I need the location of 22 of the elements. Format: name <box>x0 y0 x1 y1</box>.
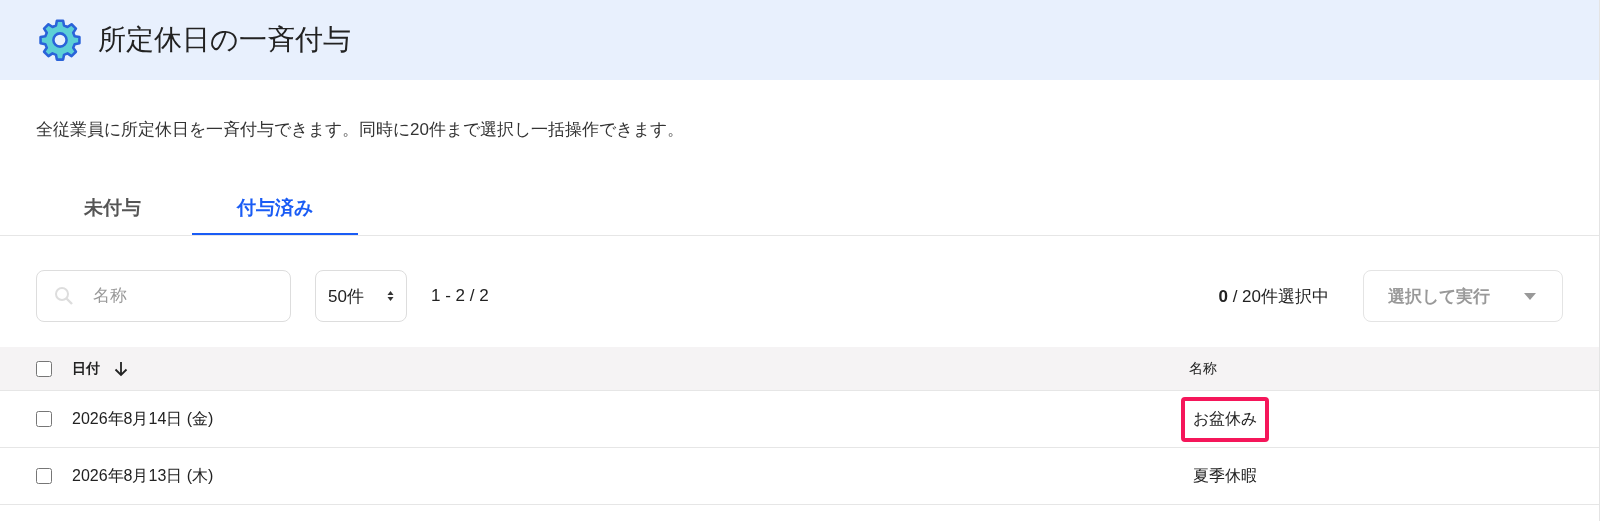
selection-count: 0 / 20件選択中 <box>1218 285 1329 308</box>
row-checkbox[interactable] <box>36 468 52 484</box>
date-cell-text: 2026年8月13日 (木) <box>72 465 214 486</box>
search-icon <box>54 286 74 306</box>
tab[interactable]: 未付与 <box>52 185 172 235</box>
description: 全従業員に所定休日を一斉付与できます。同時に20件まで選択し一括操作できます。 <box>35 119 685 141</box>
page-title: 所定休日の一斉付与 <box>98 23 351 57</box>
tab[interactable]: 付与済み <box>192 185 358 235</box>
caret-icon <box>1524 292 1536 300</box>
row-checkbox[interactable] <box>36 411 52 427</box>
date-cell-text: 2026年8月14日 (金) <box>72 408 214 429</box>
select-all-checkbox[interactable] <box>36 360 52 377</box>
sort-down-icon[interactable] <box>114 360 128 377</box>
column-header[interactable]: 日付 <box>72 359 100 378</box>
search-field[interactable]: 名称 <box>36 270 291 322</box>
pagination-text: 1 - 2 / 2 <box>431 286 489 306</box>
updown-icon <box>387 290 394 302</box>
page-size-select[interactable]: 50件 <box>315 270 407 322</box>
gear-icon <box>38 18 82 62</box>
name-cell-text: 夏季休暇 <box>1192 465 1258 486</box>
highlighted-name-cell: お盆休み <box>1181 396 1269 442</box>
column-header[interactable]: 名称 <box>1189 359 1217 378</box>
